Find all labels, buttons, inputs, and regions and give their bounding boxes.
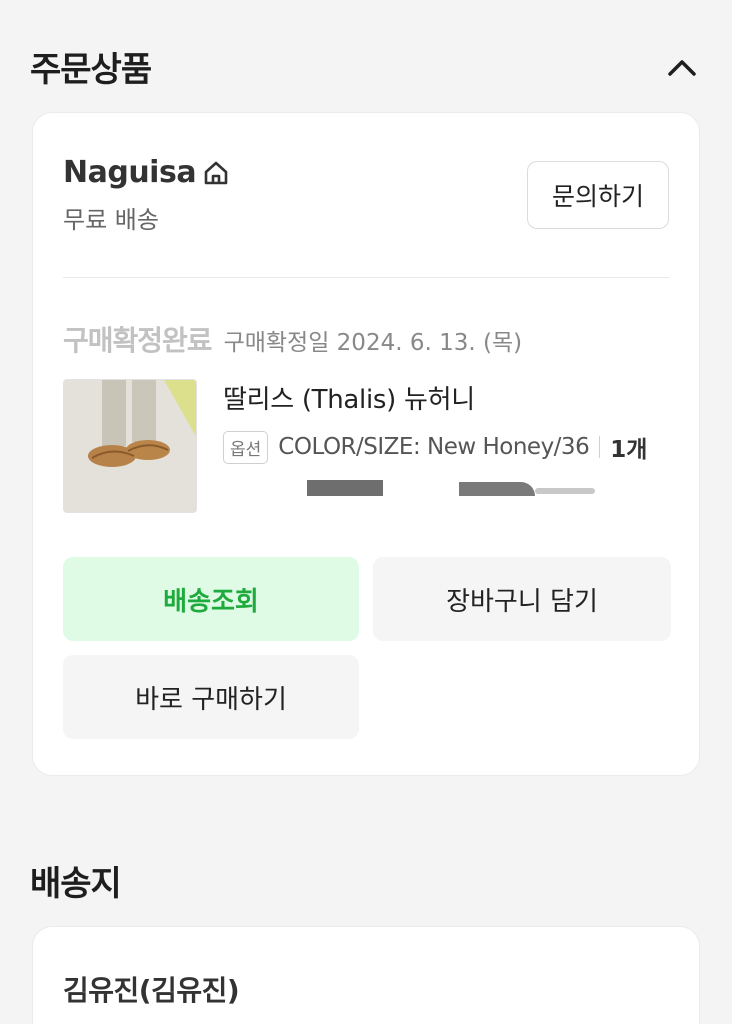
product-name[interactable]: 딸리스 (Thalis) 뉴허니 <box>223 379 669 416</box>
chevron-up-icon <box>668 59 696 76</box>
order-status: 구매확정완료 <box>63 324 213 357</box>
product-image[interactable] <box>63 379 197 513</box>
home-icon[interactable] <box>202 159 230 187</box>
inquiry-button[interactable]: 문의하기 <box>527 161 669 229</box>
option-text: COLOR/SIZE: New Honey/36 <box>278 434 590 460</box>
delivery-card: 김유진(김유진) <box>32 926 700 1024</box>
add-to-cart-button[interactable]: 장바구니 담기 <box>373 557 671 641</box>
order-items-header: 주문상품 <box>30 42 702 91</box>
redacted-text <box>223 476 669 496</box>
buy-now-button[interactable]: 바로 구매하기 <box>63 655 359 739</box>
option-badge: 옵션 <box>223 430 269 464</box>
product-option: 옵션 COLOR/SIZE: New Honey/36 1개 <box>223 430 669 464</box>
option-quantity: 1개 <box>610 437 648 463</box>
order-status-line: 구매확정완료 구매확정일 2024. 6. 13. (목) <box>63 319 522 359</box>
recipient-name: 김유진(김유진) <box>63 974 240 1007</box>
track-delivery-button[interactable]: 배송조회 <box>63 557 359 641</box>
delivery-title: 배송지 <box>30 864 122 904</box>
option-separator <box>599 436 601 458</box>
order-items-title: 주문상품 <box>30 50 152 90</box>
confirm-date: 구매확정일 2024. 6. 13. (목) <box>223 330 523 356</box>
order-card: Naguisa 무료 배송 문의하기 구매확정완료 구매확정일 2024. 6.… <box>32 112 700 776</box>
divider <box>63 277 669 278</box>
seller-name[interactable]: Naguisa <box>63 155 197 190</box>
delivery-header: 배송지 <box>30 856 702 905</box>
collapse-button[interactable] <box>662 47 702 87</box>
product-info: 딸리스 (Thalis) 뉴허니 옵션 COLOR/SIZE: New Hone… <box>223 379 669 496</box>
